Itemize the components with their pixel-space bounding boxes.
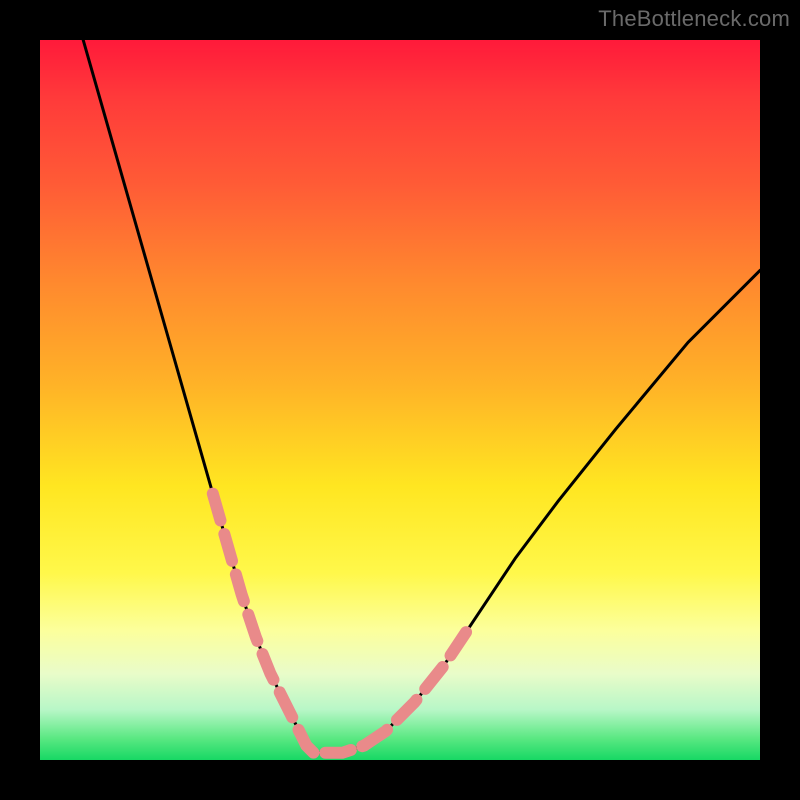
highlight-right-arm — [364, 623, 472, 745]
curve-svg — [40, 40, 760, 760]
highlight-floor — [299, 731, 364, 753]
watermark-text: TheBottleneck.com — [598, 6, 790, 32]
plot-area — [40, 40, 760, 760]
bottleneck-curve — [83, 40, 760, 753]
chart-frame: TheBottleneck.com — [0, 0, 800, 800]
highlight-left-arm — [213, 494, 299, 732]
